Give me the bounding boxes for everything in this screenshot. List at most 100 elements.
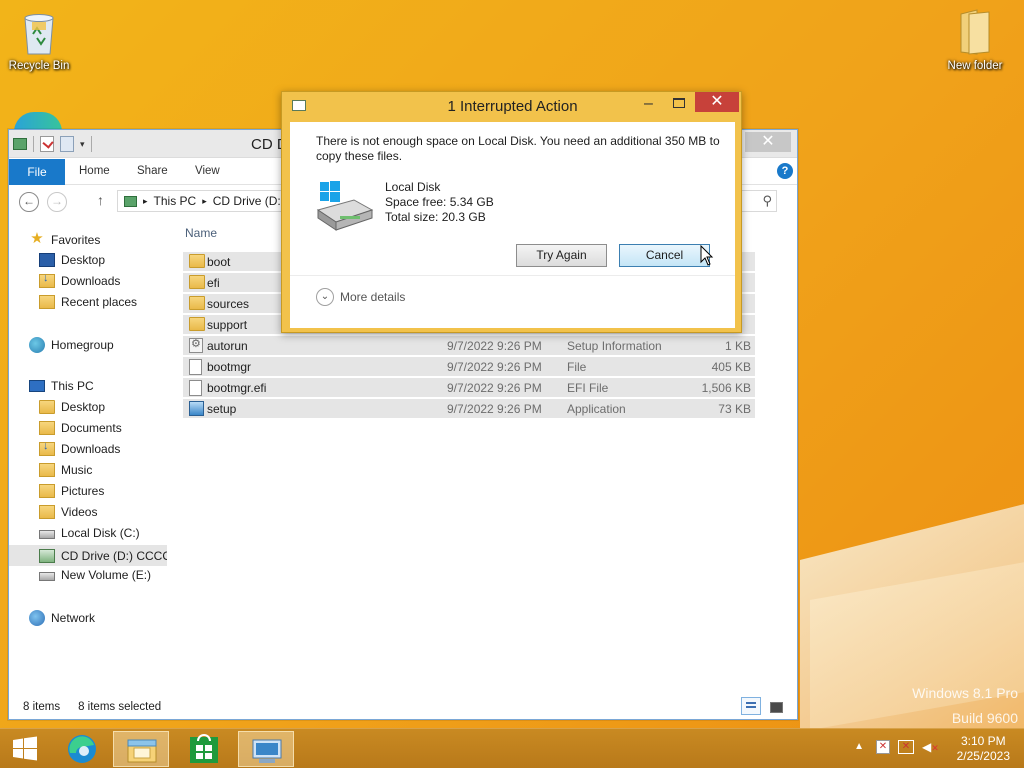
- folder-icon: [189, 317, 205, 331]
- cd-drive-icon: [13, 138, 27, 150]
- nav-recent-places[interactable]: Recent places: [39, 295, 137, 309]
- dialog-message: There is not enough space on Local Disk.…: [316, 134, 720, 163]
- downloads-icon: [39, 272, 55, 288]
- cancel-button[interactable]: Cancel: [619, 244, 710, 267]
- qat-dropdown-icon[interactable]: ▾: [80, 139, 85, 150]
- downloads-icon: [39, 440, 55, 456]
- tab-share[interactable]: Share: [137, 165, 168, 177]
- more-details-toggle[interactable]: ⌄ More details: [316, 288, 405, 306]
- chevron-right-icon: ▸: [143, 195, 148, 206]
- folder-icon: [960, 9, 990, 55]
- status-selected-count: 8 items selected: [78, 701, 162, 713]
- action-center-flag-icon[interactable]: ✕: [876, 740, 890, 754]
- large-icons-view-icon[interactable]: [765, 697, 785, 715]
- navigation-pane: ★Favorites Desktop Downloads Recent plac…: [9, 220, 167, 690]
- nav-pc-videos[interactable]: Videos: [39, 505, 97, 519]
- nav-pc-downloads[interactable]: Downloads: [39, 440, 120, 456]
- hard-drive-icon: [39, 530, 55, 539]
- table-row[interactable]: autorun 9/7/2022 9:26 PM Setup Informati…: [183, 336, 755, 356]
- tab-view[interactable]: View: [195, 165, 220, 177]
- nav-pc-pictures[interactable]: Pictures: [39, 484, 104, 498]
- mouse-cursor-icon: [700, 245, 714, 266]
- search-icon[interactable]: ⚲: [762, 193, 772, 209]
- minimize-button[interactable]: –: [644, 95, 653, 113]
- volume-muted-icon[interactable]: ◀✕: [922, 740, 939, 754]
- disk-info: Local Disk Space free: 5.34 GB Total siz…: [385, 180, 494, 225]
- local-disk-icon: [316, 181, 374, 231]
- nav-downloads[interactable]: Downloads: [39, 272, 120, 288]
- disk-name: Local Disk: [385, 180, 441, 194]
- chevron-down-icon: ⌄: [316, 288, 334, 306]
- explorer-close-button[interactable]: ✕: [745, 132, 791, 152]
- nav-local-disk[interactable]: Local Disk (C:): [39, 526, 140, 540]
- nav-pc-music[interactable]: Music: [39, 463, 92, 477]
- recent-places-icon: [39, 295, 55, 309]
- network-icon: [29, 610, 45, 626]
- tab-file[interactable]: File: [9, 159, 65, 185]
- quick-access-toolbar: ▾: [13, 136, 92, 152]
- nav-this-pc[interactable]: This PC: [29, 379, 94, 393]
- maximize-button[interactable]: [673, 98, 685, 108]
- windows-watermark: Windows 8.1 Pro: [912, 685, 1018, 701]
- videos-icon: [39, 505, 55, 519]
- forward-button[interactable]: →: [47, 192, 67, 212]
- taskbar-file-explorer-button[interactable]: [113, 731, 169, 767]
- taskbar-edge-button[interactable]: [54, 731, 110, 767]
- nav-pc-desktop[interactable]: Desktop: [39, 400, 105, 414]
- disk-total-size: Total size: 20.3 GB: [385, 210, 486, 224]
- taskbar-setup-button[interactable]: [238, 731, 294, 767]
- music-icon: [39, 463, 55, 477]
- table-row[interactable]: bootmgr 9/7/2022 9:26 PM File 405 KB: [183, 357, 755, 377]
- nav-homegroup[interactable]: Homegroup: [29, 337, 114, 353]
- desktop-icon-label: Recycle Bin: [8, 60, 70, 72]
- desktop-icon-recycle-bin[interactable]: Recycle Bin: [1, 8, 77, 72]
- taskbar-clock[interactable]: 3:10 PM 2/25/2023: [957, 734, 1010, 764]
- help-icon[interactable]: ?: [777, 163, 793, 179]
- folder-icon: [189, 275, 205, 289]
- store-icon: [190, 734, 218, 763]
- desktop-icon-label: New folder: [947, 60, 1003, 72]
- disk-space-free: Space free: 5.34 GB: [385, 195, 494, 209]
- taskbar-store-button[interactable]: [176, 731, 232, 767]
- breadcrumb-cd-drive[interactable]: CD Drive (D:: [213, 194, 281, 208]
- up-arrow-icon[interactable]: ↑: [97, 192, 104, 208]
- table-row[interactable]: bootmgr.efi 9/7/2022 9:26 PM EFI File 1,…: [183, 378, 755, 398]
- star-icon: ★: [30, 230, 44, 247]
- clock-time: 3:10 PM: [960, 734, 1006, 748]
- tab-home[interactable]: Home: [79, 165, 110, 177]
- nav-favorites[interactable]: ★ Favorites: [29, 230, 100, 248]
- hard-drive-icon: [39, 572, 55, 581]
- file-icon: [189, 380, 202, 396]
- recycle-bin-icon: [24, 14, 54, 55]
- homegroup-icon: [29, 337, 45, 353]
- properties-icon[interactable]: [40, 136, 54, 152]
- documents-icon: [39, 421, 55, 435]
- nav-pc-documents[interactable]: Documents: [39, 421, 122, 435]
- dialog-close-button[interactable]: ✕: [695, 92, 739, 112]
- table-row[interactable]: setup 9/7/2022 9:26 PM Application 73 KB: [183, 399, 755, 419]
- interrupted-action-dialog[interactable]: 1 Interrupted Action – ✕ There is not en…: [281, 91, 742, 333]
- more-details-label: More details: [340, 290, 406, 304]
- dialog-title-bar[interactable]: 1 Interrupted Action – ✕: [282, 92, 741, 120]
- nav-cd-drive[interactable]: CD Drive (D:) CCCOI: [9, 545, 167, 566]
- back-button[interactable]: ←: [19, 192, 39, 212]
- nav-desktop[interactable]: Desktop: [39, 253, 105, 267]
- new-folder-qat-icon[interactable]: [60, 136, 74, 152]
- status-bar: 8 items 8 items selected: [23, 701, 161, 713]
- column-header-name[interactable]: Name: [185, 226, 217, 240]
- taskbar: ▲ ✕ ✕ ◀✕ 3:10 PM 2/25/2023: [0, 728, 1024, 768]
- details-view-icon[interactable]: [741, 697, 761, 715]
- show-hidden-icons-icon[interactable]: ▲: [854, 741, 864, 752]
- breadcrumb-this-pc[interactable]: This PC: [154, 194, 197, 208]
- chevron-right-icon: ▸: [202, 195, 207, 206]
- network-status-icon[interactable]: ✕: [898, 740, 914, 754]
- edge-icon: [68, 735, 96, 763]
- folder-icon: [189, 254, 205, 268]
- try-again-button[interactable]: Try Again: [516, 244, 607, 267]
- nav-network[interactable]: Network: [29, 610, 95, 626]
- nav-new-volume[interactable]: New Volume (E:): [39, 568, 151, 582]
- pictures-icon: [39, 484, 55, 498]
- file-icon: [189, 359, 202, 375]
- start-button[interactable]: [0, 731, 50, 767]
- desktop-icon-new-folder[interactable]: New folder: [937, 8, 1013, 72]
